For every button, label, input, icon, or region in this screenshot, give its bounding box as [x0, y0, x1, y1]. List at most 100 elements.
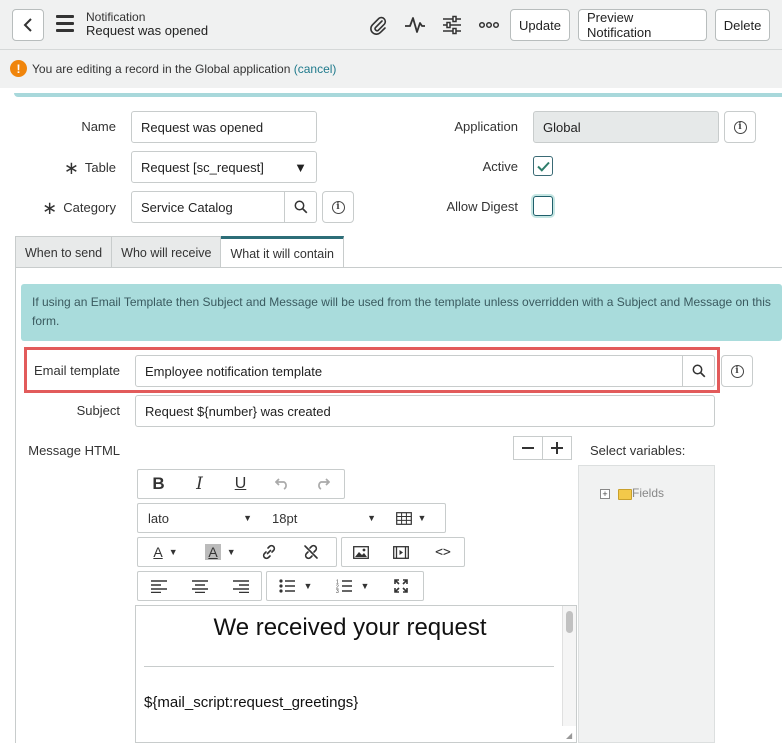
media-toolbar: <>: [341, 537, 465, 567]
scroll-thumb[interactable]: [566, 611, 573, 633]
cancel-link[interactable]: (cancel): [294, 62, 337, 76]
text-color-icon[interactable]: A ▼: [138, 538, 193, 566]
bold-icon[interactable]: B: [138, 470, 179, 498]
tab-who-will-receive[interactable]: Who will receive: [112, 236, 222, 268]
fullscreen-icon[interactable]: [381, 572, 421, 600]
align-right-icon[interactable]: [220, 572, 261, 600]
category-label: ∗ Category: [42, 198, 116, 218]
notice-text: You are editing a record in the Global a…: [32, 62, 291, 76]
image-icon[interactable]: [342, 538, 380, 566]
video-icon[interactable]: [380, 538, 422, 566]
required-star-icon: ∗: [42, 198, 58, 218]
redo-icon[interactable]: [302, 470, 343, 498]
required-star-icon: ∗: [63, 158, 79, 178]
table-select-value: Request [sc_request]: [141, 159, 264, 175]
variables-panel: + Fields: [578, 465, 715, 743]
category-lookup-button[interactable]: [285, 191, 317, 223]
allow-digest-label: Allow Digest: [446, 199, 518, 214]
category-field[interactable]: Service Catalog: [131, 191, 285, 223]
editor-scrollbar[interactable]: [562, 606, 576, 726]
list-toolbar: ▼ 123 ▼: [266, 571, 424, 601]
editor-heading: We received your request: [213, 614, 487, 641]
source-code-icon[interactable]: <>: [422, 538, 464, 566]
align-toolbar: [137, 571, 262, 601]
activity-icon[interactable]: [403, 13, 427, 37]
font-size-value: 18pt: [272, 510, 298, 526]
message-html-label: Message HTML: [28, 443, 120, 458]
scope-notice: ! You are editing a record in the Global…: [0, 50, 782, 88]
italic-icon[interactable]: I: [179, 470, 220, 498]
folder-icon: [618, 489, 632, 500]
record-name: Request was opened: [86, 23, 209, 38]
font-toolbar: lato ▼ 18pt ▼ ▼: [137, 503, 446, 533]
active-label: Active: [482, 159, 518, 174]
minus-icon: [522, 447, 534, 449]
back-button[interactable]: [12, 9, 44, 41]
editor-divider: [144, 666, 554, 667]
font-size-select[interactable]: 18pt ▼: [262, 504, 386, 532]
underline-icon[interactable]: U: [220, 470, 261, 498]
allow-digest-checkbox[interactable]: [533, 196, 553, 216]
message-html-editor[interactable]: We received your request ${mail_script:r…: [135, 605, 577, 743]
plus-icon: [551, 442, 563, 454]
active-checkbox[interactable]: [533, 156, 553, 176]
bullet-list-icon[interactable]: ▼: [267, 572, 324, 600]
chevron-down-icon: ▼: [417, 513, 427, 523]
subject-field[interactable]: Request ${number} was created: [135, 395, 715, 427]
select-variables-label: Select variables:: [590, 443, 686, 458]
sliders-icon[interactable]: [440, 13, 464, 37]
subject-label: Subject: [76, 403, 120, 418]
fields-tree-node[interactable]: Fields: [632, 486, 664, 500]
name-field[interactable]: Request was opened: [131, 111, 317, 143]
unlink-icon[interactable]: [290, 538, 332, 566]
context-menu-icon[interactable]: [56, 15, 74, 33]
dropdown-caret-icon: ▼: [294, 159, 307, 175]
update-button[interactable]: Update: [510, 9, 570, 41]
chevron-down-icon: ▼: [367, 513, 376, 523]
color-link-toolbar: A ▼ A ▼: [137, 537, 337, 567]
paperclip-icon[interactable]: [366, 13, 390, 37]
template-info-banner: If using an Email Template then Subject …: [21, 284, 782, 341]
info-icon: i: [730, 364, 744, 378]
application-label: Application: [454, 119, 518, 134]
tab-when-to-send[interactable]: When to send: [15, 236, 113, 268]
section-divider: [14, 93, 782, 97]
application-field: Global: [533, 111, 719, 143]
chevron-down-icon: ▼: [243, 513, 252, 523]
tab-what-it-will-contain[interactable]: What it will contain: [221, 236, 344, 268]
form-tabs: When to send Who will receive What it wi…: [15, 236, 344, 268]
email-template-info-button[interactable]: i: [721, 355, 753, 387]
preview-notification-button[interactable]: Preview Notification: [578, 9, 707, 41]
numbered-list-icon[interactable]: 123 ▼: [324, 572, 381, 600]
collapse-editor-button[interactable]: [513, 436, 543, 460]
undo-icon[interactable]: [261, 470, 302, 498]
font-family-select[interactable]: lato ▼: [138, 504, 262, 532]
expand-editor-button[interactable]: [542, 436, 572, 460]
expand-icon[interactable]: +: [600, 489, 610, 499]
table-select[interactable]: Request [sc_request] ▼: [131, 151, 317, 183]
application-info-button[interactable]: i: [724, 111, 756, 143]
email-template-highlight: [24, 347, 720, 393]
chevron-left-icon: [23, 18, 32, 32]
format-toolbar: B I U: [137, 469, 345, 499]
link-icon[interactable]: [248, 538, 290, 566]
name-label: Name: [81, 119, 116, 134]
record-type: Notification: [86, 10, 146, 24]
background-color-icon[interactable]: A ▼: [193, 538, 248, 566]
resize-grip-icon[interactable]: ◢: [566, 732, 574, 740]
form-header: Notification Request was opened Update P…: [0, 0, 782, 50]
info-icon: i: [331, 200, 345, 214]
checkmark-icon: [536, 161, 550, 172]
tab-panel-border: [15, 267, 16, 743]
font-family-value: lato: [148, 510, 169, 526]
align-center-icon[interactable]: [179, 572, 220, 600]
info-icon: i: [733, 120, 747, 134]
category-info-button[interactable]: i: [322, 191, 354, 223]
delete-button[interactable]: Delete: [715, 9, 770, 41]
more-icon[interactable]: [477, 13, 501, 37]
tab-divider: [15, 267, 782, 268]
align-left-icon[interactable]: [138, 572, 179, 600]
table-icon[interactable]: ▼: [386, 504, 436, 532]
warning-icon: !: [10, 60, 27, 77]
editor-script-line: ${mail_script:request_greetings}: [144, 694, 359, 711]
